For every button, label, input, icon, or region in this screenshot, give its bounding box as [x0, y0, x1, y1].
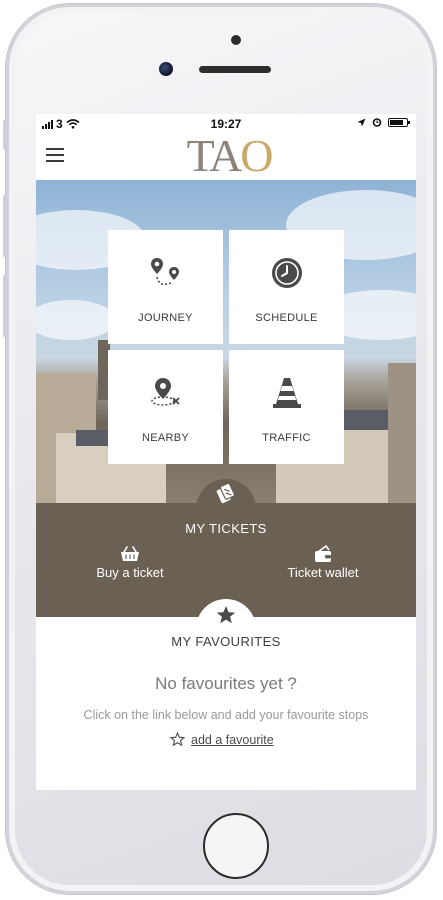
home-button[interactable] [203, 813, 269, 879]
clock-icon [270, 256, 304, 290]
my-favourites-title: MY FAVOURITES [171, 634, 281, 649]
basket-icon [121, 546, 139, 561]
volume-down-button [3, 275, 8, 337]
tile-nearby[interactable]: NEARBY [108, 350, 223, 464]
favourites-empty-message: No favourites yet ? [155, 674, 297, 693]
tile-schedule[interactable]: SCHEDULE [229, 230, 344, 344]
tile-traffic-label: TRAFFIC [262, 432, 311, 444]
tickets-badge [196, 479, 256, 509]
favourites-hint: Click on the link below and add your fav… [83, 708, 369, 722]
earpiece-speaker [199, 66, 271, 73]
front-sensor [231, 35, 241, 45]
tao-logo: TAO [186, 130, 274, 181]
app-screen: 3 19:27 TAO JOURNEY SCHEDULE NEARBY TRAF… [36, 114, 416, 790]
app-header: TAO [36, 132, 416, 180]
favourites-badge [196, 599, 256, 629]
add-favourite-link[interactable]: add a favourite [170, 732, 274, 747]
alarm-icon [372, 118, 382, 127]
hamburger-menu-icon[interactable] [46, 148, 64, 162]
ticket-wallet-label: Ticket wallet [287, 565, 359, 580]
star-icon [216, 606, 236, 624]
tile-journey[interactable]: JOURNEY [108, 230, 223, 344]
map-pin-icon [149, 376, 183, 410]
tile-nearby-label: NEARBY [141, 432, 190, 444]
tickets-icon [216, 482, 235, 504]
buy-ticket-button[interactable]: Buy a ticket [70, 545, 190, 580]
city-hero-image: JOURNEY SCHEDULE NEARBY TRAFFIC [36, 180, 416, 503]
tile-schedule-label: SCHEDULE [255, 312, 318, 324]
traffic-cone-icon [270, 376, 304, 410]
star-outline-icon [170, 732, 185, 747]
buy-ticket-label: Buy a ticket [96, 565, 164, 580]
add-favourite-label: add a favourite [191, 732, 274, 747]
mute-switch [3, 120, 8, 150]
front-camera [159, 62, 173, 76]
ticket-wallet-button[interactable]: Ticket wallet [263, 545, 383, 580]
volume-up-button [3, 195, 8, 257]
quick-access-grid: JOURNEY SCHEDULE NEARBY TRAFFIC [108, 230, 344, 464]
my-tickets-title: MY TICKETS [185, 521, 267, 536]
tile-traffic[interactable]: TRAFFIC [229, 350, 344, 464]
route-pins-icon [149, 256, 183, 290]
battery-icon [388, 117, 410, 127]
tile-journey-label: JOURNEY [138, 312, 193, 324]
wallet-icon [315, 545, 331, 562]
location-arrow-icon [357, 118, 366, 126]
